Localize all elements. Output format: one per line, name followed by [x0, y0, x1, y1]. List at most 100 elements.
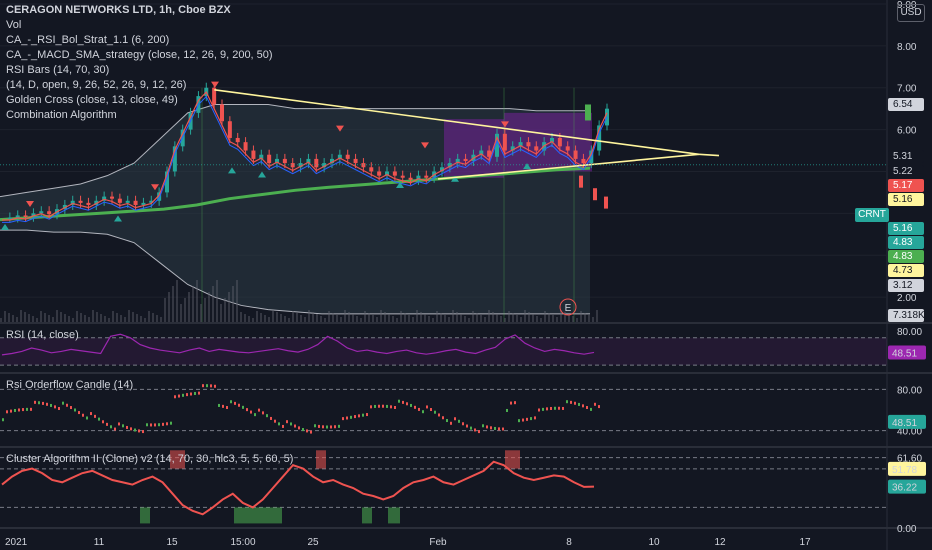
orderflow-candle: [462, 422, 464, 426]
volume-bar: [384, 312, 386, 322]
volume-bar: [48, 315, 50, 322]
volume-bar: [120, 315, 122, 322]
candle-body: [573, 150, 578, 159]
volume-bar: [208, 292, 210, 322]
legend-item-rsi-bars[interactable]: RSI Bars (14, 70, 30): [6, 63, 273, 78]
orderflow-candle: [254, 413, 256, 417]
orderflow-candle: [150, 423, 152, 427]
orderflow-candle: [94, 414, 96, 418]
candle-body: [345, 154, 350, 159]
orderflow-candle: [370, 405, 372, 409]
orderflow-candle: [506, 408, 508, 412]
volume-bar: [64, 314, 66, 322]
orderflow-candle: [102, 420, 104, 424]
orderflow-candle: [226, 406, 228, 410]
legend-item-combination[interactable]: Combination Algorithm: [6, 108, 273, 123]
volume-bar: [580, 311, 582, 322]
volume-bar: [376, 317, 378, 322]
volume-bar: [32, 316, 34, 322]
volume-bar: [112, 311, 114, 322]
time-tick-label: 15:00: [230, 537, 255, 548]
orderflow-candle: [98, 417, 100, 421]
orderflow-candle: [594, 402, 596, 406]
legend-item-vol[interactable]: Vol: [6, 18, 273, 33]
volume-bar: [20, 310, 22, 322]
orderflow-candle: [438, 413, 440, 417]
orderflow-candle: [498, 427, 500, 431]
volume-bar: [504, 318, 506, 322]
volume-bar: [164, 298, 166, 322]
volume-bar: [440, 313, 442, 322]
orderflow-candle: [162, 422, 164, 426]
candle-body: [314, 158, 319, 168]
orderflow-candle: [86, 416, 88, 420]
currency-button[interactable]: USD: [897, 4, 925, 22]
orderflow-candle: [166, 422, 168, 426]
legend-item-rsi-bol[interactable]: CA_-_RSI_Bol_Strat_1.1 (6, 200): [6, 33, 273, 48]
orderflow-candle: [554, 406, 556, 410]
orderflow-candle: [142, 430, 144, 434]
orderflow-candle: [46, 402, 48, 406]
orderflow-candle: [278, 422, 280, 426]
candle-body: [23, 215, 28, 217]
orderflow-candle: [574, 401, 576, 405]
volume-bar: [424, 314, 426, 322]
volume-bar: [216, 280, 218, 322]
volume-bar: [140, 316, 142, 322]
candle-body: [133, 200, 138, 205]
orderflow-candle: [6, 410, 8, 414]
orderflow-candle: [298, 426, 300, 430]
volume-bar: [148, 311, 150, 322]
orderflow-candle: [466, 424, 468, 428]
price-axis-label: 5.31: [888, 150, 924, 163]
price-axis-label: 5.16: [888, 193, 924, 206]
legend-item-golden-cross[interactable]: Golden Cross (close, 13, close, 49): [6, 93, 273, 108]
orderflow-candle: [398, 399, 400, 403]
volume-bar: [124, 317, 126, 322]
orderflow-candle: [62, 401, 64, 405]
orderflow-candle: [582, 404, 584, 408]
volume-bar: [28, 314, 30, 322]
price-tick-label: 2.00: [897, 293, 917, 304]
orderflow-candle: [474, 428, 476, 432]
candle-body: [565, 146, 570, 151]
volume-bar: [180, 304, 182, 322]
orderflow-candle: [106, 422, 108, 426]
volume-bar: [16, 317, 18, 322]
volume-bar: [540, 318, 542, 322]
volume-bar: [416, 310, 418, 322]
orderflow-candle: [134, 428, 136, 432]
volume-bar: [452, 310, 454, 322]
orderflow-candle: [130, 427, 132, 431]
orderflow-candle: [350, 415, 352, 419]
cluster-line: [1, 460, 595, 516]
volume-bar: [56, 310, 58, 322]
volume-bar: [92, 310, 94, 322]
volume-bar: [272, 310, 274, 322]
legend-item-ichimoku[interactable]: (14, D, open, 9, 26, 52, 26, 9, 12, 26): [6, 78, 273, 93]
drop-bar: [604, 196, 608, 209]
orderflow-candle: [526, 417, 528, 421]
orderflow-candle: [362, 413, 364, 417]
volume-bar: [380, 310, 382, 322]
volume-bar: [428, 316, 430, 322]
orderflow-candle: [154, 423, 156, 427]
volume-bar: [552, 315, 554, 322]
price-axis-label: 7.318K: [888, 309, 925, 322]
volume-bar: [128, 310, 130, 322]
symbol-title[interactable]: CERAGON NETWORKS LTD, 1h, Cboe BZX: [6, 3, 273, 18]
candle-body: [86, 202, 91, 205]
volume-bar: [340, 317, 342, 322]
volume-bar: [188, 292, 190, 322]
candle-body: [526, 142, 531, 147]
orderflow-candle: [542, 407, 544, 411]
volume-bar: [248, 316, 250, 322]
orderflow-candle: [90, 412, 92, 416]
volume-bar: [444, 315, 446, 322]
volume-bar: [548, 313, 550, 322]
volume-bar: [516, 315, 518, 322]
legend-item-macd[interactable]: CA_-_MACD_SMA_strategy (close, 12, 26, 9…: [6, 48, 273, 63]
orderflow-candle: [598, 405, 600, 409]
volume-bar: [40, 311, 42, 322]
orderflow-candle: [258, 408, 260, 412]
